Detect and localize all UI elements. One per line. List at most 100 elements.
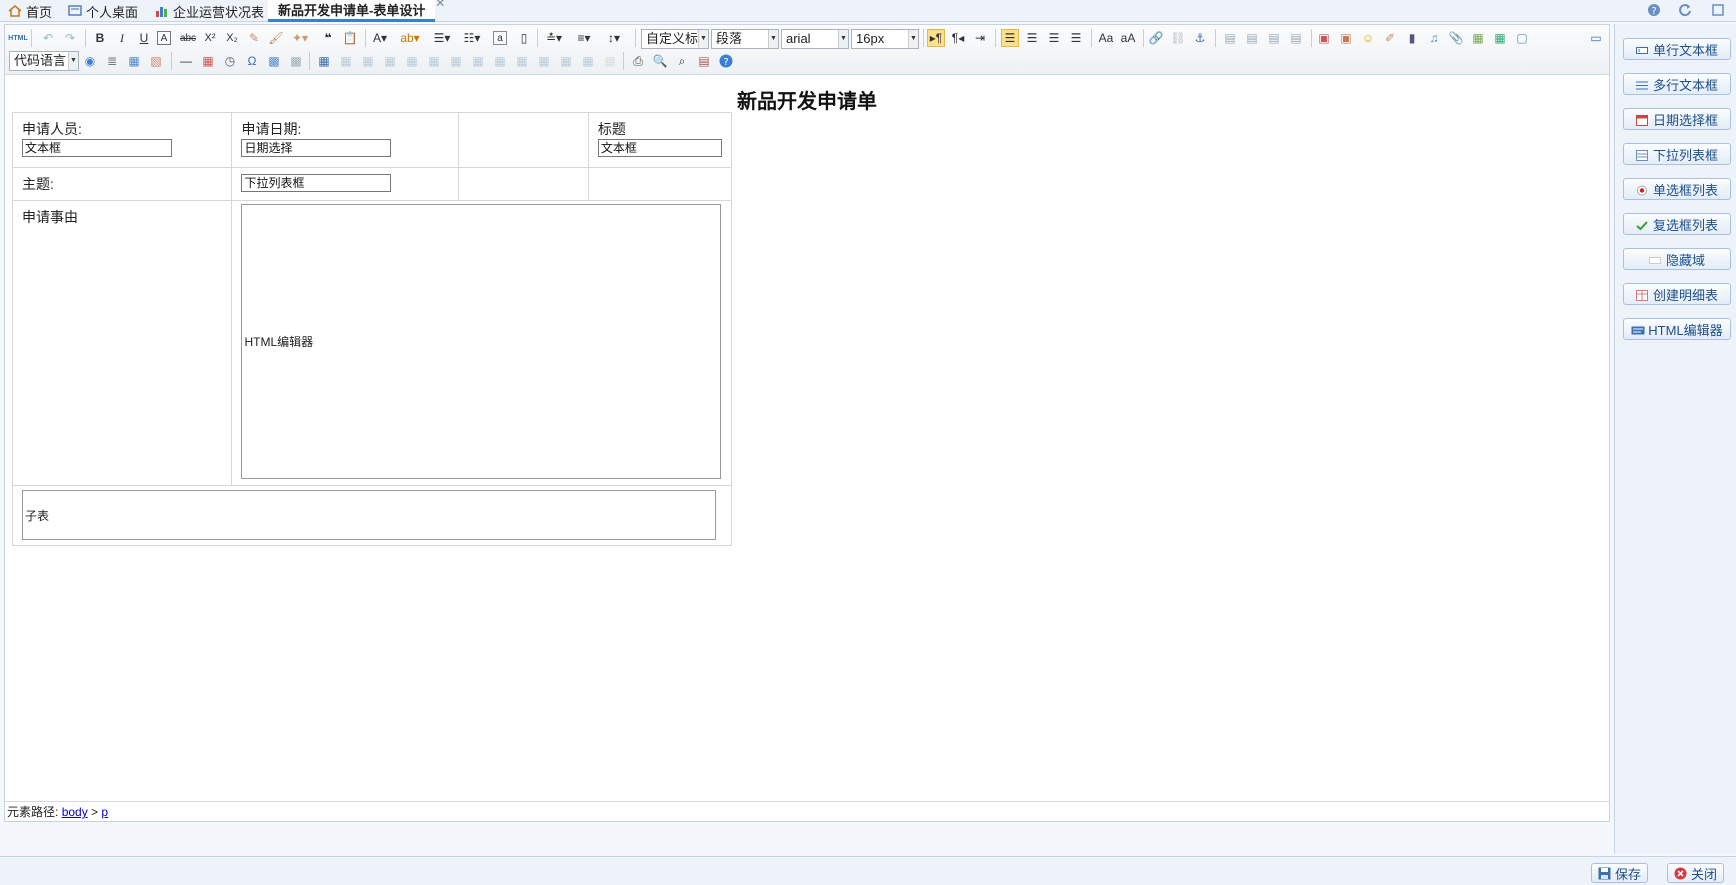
undo-icon[interactable]: ↶	[39, 29, 57, 47]
snapscreen-icon[interactable]: ▩	[287, 52, 305, 70]
paste-text-icon[interactable]: 📋	[341, 29, 359, 47]
subject-dropdown[interactable]: 下拉列表框	[241, 174, 392, 192]
image-icon[interactable]: ▣	[1315, 29, 1333, 47]
insert-code-icon[interactable]: ◉	[81, 52, 99, 70]
print-icon[interactable]: ⎙	[629, 52, 647, 70]
empty-cell[interactable]	[587, 167, 733, 201]
row-spacing-top-icon[interactable]: ≛▾	[545, 29, 563, 47]
subtable-cell[interactable]: 子表	[12, 485, 732, 546]
merge-down-icon[interactable]: ▦	[513, 52, 531, 70]
html-editor-field[interactable]: HTML编辑器	[241, 204, 722, 479]
background-icon[interactable]: ▧	[147, 52, 165, 70]
title-textbox[interactable]: 文本框	[597, 139, 722, 157]
style-select[interactable]: 自定义标 ▼	[641, 29, 709, 49]
editor-canvas[interactable]: 新品开发申请单 申请人员: 文本框 申请日期: 日期选择 标题 文本框 主题: …	[5, 75, 1609, 801]
ordered-list-icon[interactable]: ☰▾	[433, 29, 451, 47]
scrawl-icon[interactable]: ✐	[1381, 29, 1399, 47]
radio-list-button[interactable]: 单选框列表	[1623, 178, 1731, 200]
clear-doc-icon[interactable]: ▯	[515, 29, 533, 47]
link-icon[interactable]: 🔗	[1147, 29, 1165, 47]
auto-format-icon[interactable]: ✦▾	[291, 29, 309, 47]
help-icon[interactable]: ?	[717, 52, 735, 70]
html-source-button[interactable]: HTML	[8, 29, 27, 47]
align-center-icon[interactable]: ☰	[1023, 29, 1041, 47]
select-all-icon[interactable]: a	[493, 31, 507, 45]
title-cell[interactable]: 标题 文本框	[587, 112, 733, 168]
align-left-icon[interactable]: ☰	[1001, 29, 1019, 47]
subject-field-cell[interactable]: 下拉列表框	[231, 167, 460, 201]
map-icon[interactable]: ▦	[1469, 29, 1487, 47]
close-tab-icon[interactable]: ✕	[435, 0, 445, 10]
subtable-field[interactable]: 子表	[22, 490, 716, 540]
empty-cell[interactable]	[458, 112, 589, 168]
date-picker-button[interactable]: 日期选择框	[1623, 108, 1731, 130]
wordimage-icon[interactable]: ▩	[265, 52, 283, 70]
multi-line-textbox-button[interactable]: 多行文本框	[1623, 73, 1731, 95]
superscript-icon[interactable]: X²	[201, 29, 219, 47]
table-chart-icon[interactable]: ▦	[601, 52, 619, 70]
highlight-color-icon[interactable]: ab▾	[400, 29, 419, 47]
checkbox-list-button[interactable]: 复选框列表	[1623, 213, 1731, 235]
draft-icon[interactable]: ▤	[695, 52, 713, 70]
format-brush-icon[interactable]: 🖌	[267, 29, 285, 47]
attachment-icon[interactable]: 📎	[1447, 29, 1465, 47]
unlink-icon[interactable]: ⛓	[1169, 29, 1187, 47]
indent-icon[interactable]: ⇥	[971, 29, 989, 47]
insert-table-icon[interactable]: ▦	[315, 52, 333, 70]
refresh-icon[interactable]	[1677, 3, 1693, 19]
music-icon[interactable]: ♫	[1425, 29, 1443, 47]
emotion-icon[interactable]: ☺	[1359, 29, 1377, 47]
lowercase-icon[interactable]: aA	[1119, 29, 1137, 47]
single-line-textbox-button[interactable]: 单行文本框	[1623, 38, 1731, 60]
split-cells-icon[interactable]: ▦	[535, 52, 553, 70]
html-editor-button[interactable]: HTML编辑器	[1623, 318, 1731, 340]
redo-icon[interactable]: ↷	[61, 29, 79, 47]
line-height-icon[interactable]: ↕▾	[605, 29, 623, 47]
italic-icon[interactable]: I	[113, 29, 131, 47]
date-cell[interactable]: 申请日期: 日期选择	[231, 112, 460, 168]
preview-icon[interactable]: 🔍	[651, 52, 669, 70]
image-right-icon[interactable]: ▤	[1265, 29, 1283, 47]
uppercase-icon[interactable]: Aa	[1097, 29, 1115, 47]
page-break-icon[interactable]: ≣	[103, 52, 121, 70]
image-left-icon[interactable]: ▤	[1243, 29, 1261, 47]
bold-icon[interactable]: B	[91, 29, 109, 47]
image-none-icon[interactable]: ▤	[1221, 29, 1239, 47]
delete-table-icon[interactable]: ▦	[337, 52, 355, 70]
time-icon[interactable]: ◷	[221, 52, 239, 70]
multi-image-icon[interactable]: ▣	[1337, 29, 1355, 47]
date-picker-field[interactable]: 日期选择	[241, 139, 392, 157]
gmap-icon[interactable]: ▦	[1491, 29, 1509, 47]
insert-row-icon[interactable]: ▦	[381, 52, 399, 70]
unordered-list-icon[interactable]: ☷▾	[463, 29, 481, 47]
search-replace-icon[interactable]: ⌕	[673, 52, 691, 70]
strikethrough-icon[interactable]: abc	[179, 29, 197, 47]
blockquote-icon[interactable]: ❝	[319, 29, 337, 47]
tab-operations-report[interactable]: 企业运营状况表	[155, 0, 264, 22]
font-family-select[interactable]: arial ▼	[781, 29, 849, 49]
dropdown-list-button[interactable]: 下拉列表框	[1623, 143, 1731, 165]
merge-cells-icon[interactable]: ▦	[469, 52, 487, 70]
split-cols-icon[interactable]: ▦	[579, 52, 597, 70]
subscript-icon[interactable]: X₂	[223, 29, 241, 47]
fullscreen-icon[interactable]: ▭	[1587, 29, 1605, 47]
close-button[interactable]: 关闭	[1667, 863, 1725, 883]
align-right-icon[interactable]: ☰	[1045, 29, 1063, 47]
rtl-direction-icon[interactable]: ¶◂	[949, 29, 967, 47]
reason-label-cell[interactable]: 申请事由	[11, 200, 233, 486]
path-p-link[interactable]: p	[101, 805, 108, 819]
maximize-icon[interactable]	[1710, 3, 1726, 19]
hidden-field-button[interactable]: 隐藏域	[1623, 248, 1731, 270]
applicant-cell[interactable]: 申请人员: 文本框	[11, 112, 233, 168]
anchor-icon[interactable]: ⚓	[1191, 29, 1209, 47]
reason-editor-cell[interactable]: HTML编辑器	[231, 200, 732, 486]
align-justify-icon[interactable]: ☰	[1067, 29, 1085, 47]
code-language-select[interactable]: 代码语言 ▼	[9, 51, 79, 71]
video-icon[interactable]: ▮	[1403, 29, 1421, 47]
row-spacing-bottom-icon[interactable]: ≡▾	[575, 29, 593, 47]
font-size-select[interactable]: 16px ▼	[851, 29, 919, 49]
delete-row-icon[interactable]: ▦	[403, 52, 421, 70]
delete-col-icon[interactable]: ▦	[447, 52, 465, 70]
underline-icon[interactable]: U	[135, 29, 153, 47]
create-detail-table-button[interactable]: 创建明细表	[1623, 283, 1731, 305]
